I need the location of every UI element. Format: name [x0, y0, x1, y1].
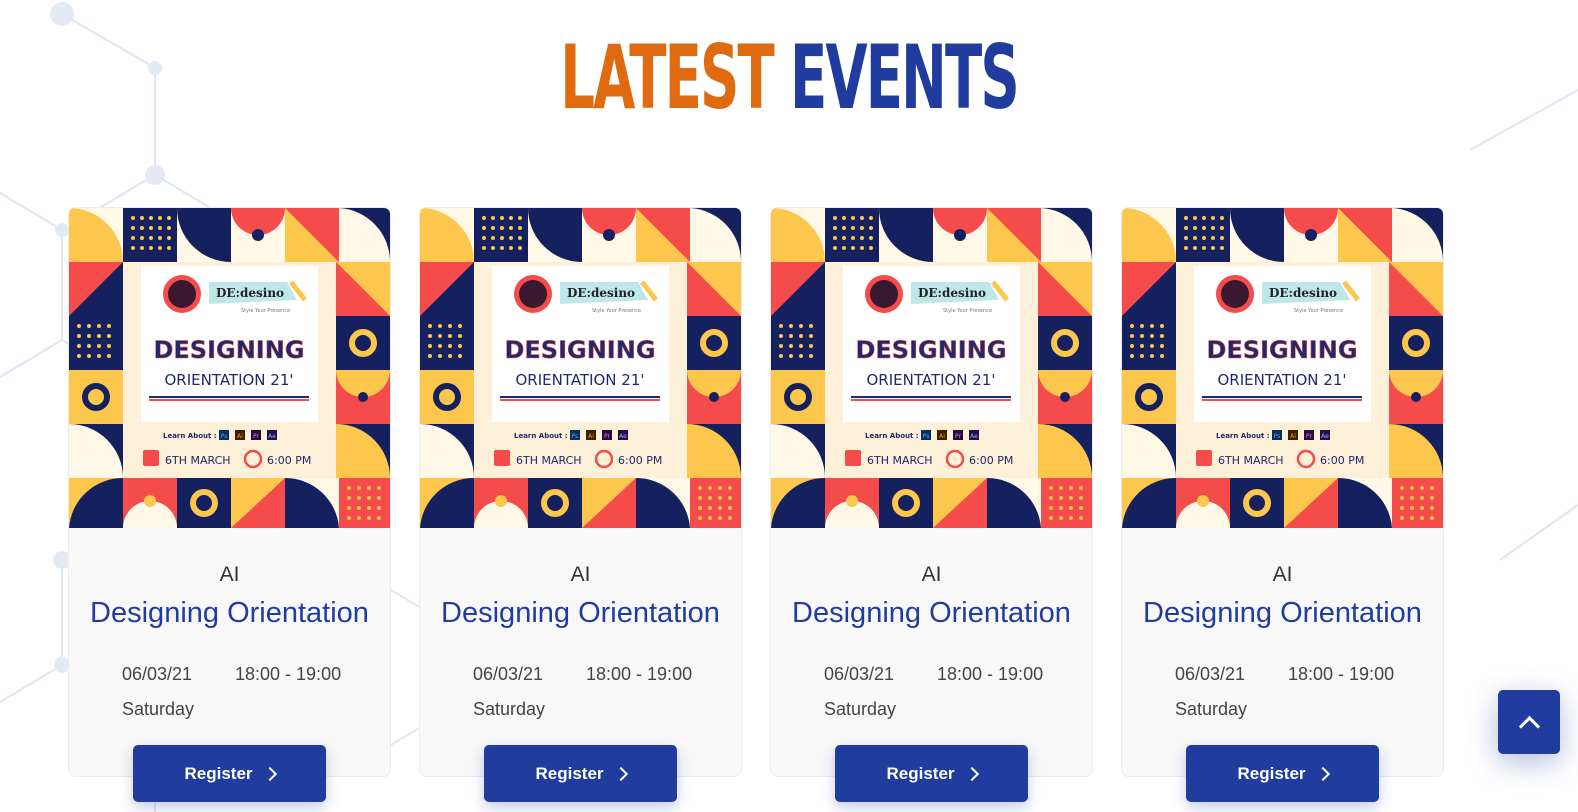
event-card[interactable]: DE:desino Style Your Presence DESIGNING …: [68, 207, 391, 802]
poster-learn-label: Learn About :: [1216, 432, 1270, 440]
event-time: 18:00 - 19:00: [235, 664, 342, 684]
chevron-right-icon: [964, 766, 979, 782]
tool-ai: Ai: [588, 433, 594, 440]
event-title[interactable]: Designing Orientation: [69, 597, 390, 630]
event-poster[interactable]: DE:desino Style Your Presence DESIGNING …: [69, 208, 390, 528]
tool-ai: Ai: [1290, 433, 1296, 440]
event-date: 06/03/21: [473, 664, 544, 684]
tool-ps: Ps: [1274, 433, 1281, 440]
tool-ai: Ai: [939, 433, 945, 440]
event-category: AI: [570, 563, 591, 586]
chevron-up-icon: [1518, 715, 1540, 737]
poster-tagline: Style Your Presence: [592, 308, 641, 314]
poster-time: 6:00 PM: [969, 454, 1013, 467]
poster-date: 6TH MARCH: [1218, 454, 1284, 467]
heading-word-events: EVENTS: [789, 26, 1020, 129]
event-date: 06/03/21: [122, 664, 193, 684]
event-title[interactable]: Designing Orientation: [420, 597, 741, 630]
poster-brand: DE:desino: [918, 286, 986, 300]
poster-headline: DESIGNING: [1206, 336, 1357, 364]
poster-learn-label: Learn About :: [514, 432, 568, 440]
event-poster[interactable]: DE:desino Style Your Presence DESIGNING …: [1122, 208, 1443, 528]
poster-subheadline: ORIENTATION 21': [164, 371, 293, 389]
event-poster-image: DE:desino Style Your Presence DESIGNING …: [771, 208, 1092, 528]
register-button[interactable]: Register: [133, 745, 326, 802]
poster-subheadline: ORIENTATION 21': [866, 371, 995, 389]
poster-tagline: Style Your Presence: [241, 308, 290, 314]
register-label: Register: [184, 763, 253, 783]
register-button[interactable]: Register: [1186, 745, 1379, 802]
tool-ae: Ae: [1321, 433, 1329, 440]
register-label: Register: [886, 763, 955, 783]
poster-brand: DE:desino: [216, 286, 284, 300]
tool-pr: Pr: [604, 433, 611, 440]
event-card[interactable]: DE:desino Style Your Presence DESIGNING …: [1121, 207, 1444, 802]
event-poster-image: DE:desino Style Your Presence DESIGNING …: [420, 208, 741, 528]
tool-ai: Ai: [237, 433, 243, 440]
chevron-right-icon: [1315, 766, 1330, 782]
event-poster[interactable]: DE:desino Style Your Presence DESIGNING …: [420, 208, 741, 528]
poster-brand: DE:desino: [567, 286, 635, 300]
event-date: 06/03/21: [824, 664, 895, 684]
poster-date: 6TH MARCH: [867, 454, 933, 467]
event-time: 18:00 - 19:00: [1288, 664, 1395, 684]
register-label: Register: [535, 763, 604, 783]
poster-tagline: Style Your Presence: [943, 308, 992, 314]
tool-ae: Ae: [970, 433, 978, 440]
event-time: 18:00 - 19:00: [586, 664, 693, 684]
register-button[interactable]: Register: [835, 745, 1028, 802]
poster-date: 6TH MARCH: [516, 454, 582, 467]
tool-ps: Ps: [221, 433, 228, 440]
event-poster-image: DE:desino Style Your Presence DESIGNING …: [1122, 208, 1443, 528]
tool-pr: Pr: [1306, 433, 1313, 440]
poster-time: 6:00 PM: [267, 454, 311, 467]
register-label: Register: [1237, 763, 1306, 783]
poster-time: 6:00 PM: [618, 454, 662, 467]
register-button[interactable]: Register: [484, 745, 677, 802]
poster-headline: DESIGNING: [504, 336, 655, 364]
poster-date: 6TH MARCH: [165, 454, 231, 467]
poster-tagline: Style Your Presence: [1294, 308, 1343, 314]
poster-subheadline: ORIENTATION 21': [515, 371, 644, 389]
tool-ae: Ae: [619, 433, 627, 440]
event-day: Saturday: [1175, 699, 1248, 719]
tool-ps: Ps: [572, 433, 579, 440]
poster-brand: DE:desino: [1269, 286, 1337, 300]
section-heading: LATEST EVENTS: [300, 28, 1278, 128]
event-date: 06/03/21: [1175, 664, 1246, 684]
tool-ae: Ae: [268, 433, 276, 440]
poster-learn-label: Learn About :: [163, 432, 217, 440]
event-title[interactable]: Designing Orientation: [1122, 597, 1443, 630]
poster-subheadline: ORIENTATION 21': [1217, 371, 1346, 389]
tool-pr: Pr: [955, 433, 962, 440]
poster-learn-label: Learn About :: [865, 432, 919, 440]
event-category: AI: [219, 563, 240, 586]
chevron-right-icon: [262, 766, 277, 782]
event-day: Saturday: [824, 699, 897, 719]
poster-time: 6:00 PM: [1320, 454, 1364, 467]
event-card[interactable]: DE:desino Style Your Presence DESIGNING …: [770, 207, 1093, 802]
tool-ps: Ps: [923, 433, 930, 440]
event-day: Saturday: [122, 699, 195, 719]
event-card[interactable]: DE:desino Style Your Presence DESIGNING …: [419, 207, 742, 802]
event-title[interactable]: Designing Orientation: [771, 597, 1092, 630]
event-day: Saturday: [473, 699, 546, 719]
poster-headline: DESIGNING: [153, 336, 304, 364]
event-category: AI: [921, 563, 942, 586]
event-poster[interactable]: DE:desino Style Your Presence DESIGNING …: [771, 208, 1092, 528]
tool-pr: Pr: [253, 433, 260, 440]
event-poster-image: DE:desino Style Your Presence DESIGNING …: [69, 208, 390, 528]
scroll-to-top-button[interactable]: [1498, 690, 1560, 754]
heading-word-latest: LATEST: [560, 26, 774, 129]
poster-headline: DESIGNING: [855, 336, 1006, 364]
chevron-right-icon: [613, 766, 628, 782]
event-category: AI: [1272, 563, 1293, 586]
event-time: 18:00 - 19:00: [937, 664, 1044, 684]
